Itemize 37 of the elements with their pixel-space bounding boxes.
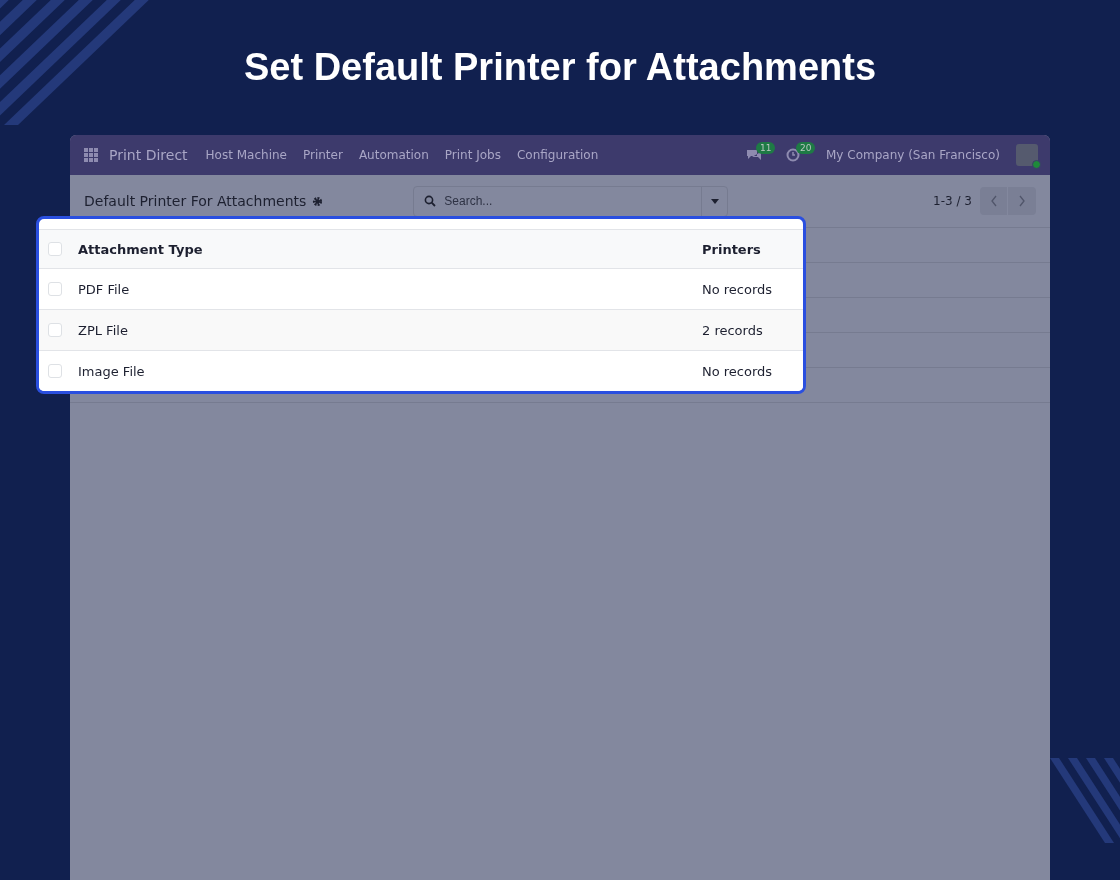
row-checkbox[interactable]	[48, 242, 62, 256]
row-checkbox[interactable]	[48, 364, 62, 378]
column-header[interactable]: Printers	[702, 241, 773, 257]
row-checkbox[interactable]	[48, 323, 62, 337]
row-checkbox[interactable]	[48, 282, 62, 296]
company-name[interactable]: My Company (San Francisco)	[826, 148, 1000, 162]
next-page-button[interactable]	[1008, 187, 1036, 215]
pager-value[interactable]: 1-3 / 3	[933, 194, 972, 208]
table-cell: No records	[702, 363, 773, 379]
user-avatar[interactable]	[1016, 144, 1038, 166]
menu-item[interactable]: Configuration	[508, 148, 607, 162]
page-heading: Set Default Printer for Attachments	[244, 46, 876, 90]
previous-page-button[interactable]	[980, 187, 1008, 215]
menu-item[interactable]: Print Jobs	[436, 148, 509, 162]
chat-icon[interactable]	[746, 148, 762, 162]
message-count-badge: 11	[756, 142, 776, 154]
table-cell: ZPL File	[78, 322, 128, 338]
table-cell: PDF File	[78, 281, 130, 297]
table-cell-text: 2 records	[702, 322, 764, 338]
apps-grid-icon[interactable]	[84, 147, 99, 163]
menu-item[interactable]: Printer	[294, 148, 351, 162]
column-header[interactable]: Attachment Type	[78, 241, 203, 257]
table-cell: Image File	[78, 363, 145, 379]
table-cell: No records	[702, 281, 773, 297]
search-icon	[424, 195, 437, 207]
app-name[interactable]: Print Direct	[109, 147, 188, 163]
online-status-dot	[1032, 160, 1041, 169]
caret-icon	[710, 198, 719, 204]
menu-item[interactable]: Automation	[350, 148, 437, 162]
chevron-right-icon	[1018, 195, 1026, 207]
menu-item[interactable]: Host Machine	[197, 148, 295, 162]
gear-icon[interactable]	[312, 195, 324, 207]
activity-count-badge: 20	[796, 142, 816, 154]
clock-icon[interactable]	[786, 148, 800, 162]
chevron-left-icon	[989, 195, 998, 207]
page-title: Default Printer For Attachments	[84, 193, 307, 209]
search-field[interactable]: Search...	[436, 193, 702, 209]
